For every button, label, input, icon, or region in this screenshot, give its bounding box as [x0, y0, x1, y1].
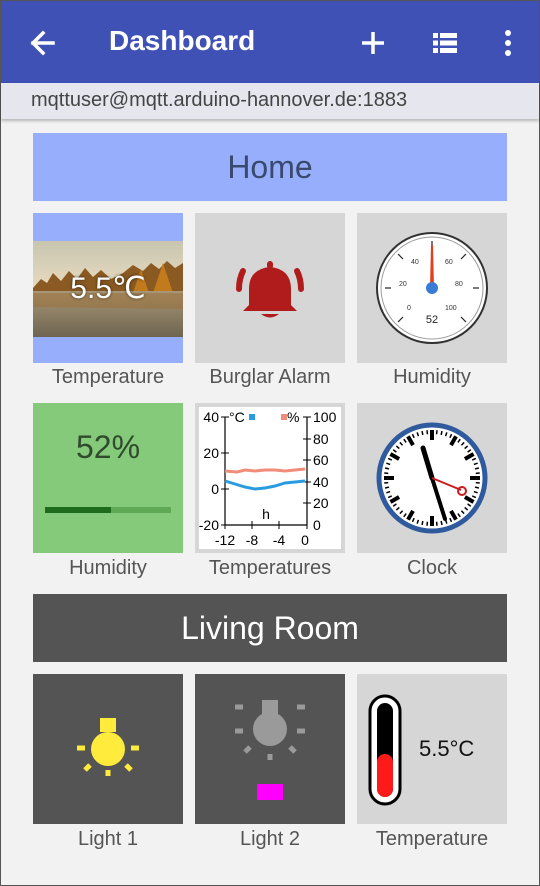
gauge-tick: 80	[455, 281, 463, 288]
temperature-value: 5.5°C	[419, 736, 475, 761]
list-icon[interactable]	[425, 23, 465, 63]
x-tick: -4	[273, 532, 286, 548]
tile-label: Humidity	[69, 557, 147, 579]
tile-label: Temperatures	[208, 557, 332, 579]
clock-minute-tick	[421, 520, 424, 526]
tile-temperatures-chart[interactable]: 40 20 0 -20 100 80 60 40 20 0 -12 -8 -4 …	[195, 403, 345, 553]
clock-minute-tick	[474, 467, 480, 470]
bulb-off-icon	[235, 700, 305, 800]
tile-label: Temperature	[375, 828, 489, 850]
analog-clock-icon	[376, 422, 488, 534]
humidity-value: 52%	[75, 429, 141, 465]
y-left-tick: -20	[199, 517, 219, 533]
y-right-tick: 20	[313, 495, 329, 511]
group-header-living-room[interactable]: Living Room	[33, 594, 507, 662]
x-tick: -12	[215, 532, 235, 548]
tile-light-1[interactable]	[33, 674, 183, 824]
clock-minute-tick	[440, 430, 443, 436]
tile-label: Burglar Alarm	[209, 366, 331, 388]
tile-label: Light 2	[239, 828, 301, 850]
bulb-on-icon	[77, 718, 139, 776]
y-right-tick: 80	[313, 431, 329, 447]
arrow-back-icon[interactable]	[23, 23, 63, 63]
unit-right: %	[287, 409, 299, 425]
x-unit: h	[262, 506, 270, 522]
thermometer-icon	[368, 694, 402, 806]
gauge-tick: 60	[445, 259, 453, 266]
gauge-tick: 40	[411, 259, 419, 266]
tile-label: Light 1	[77, 828, 139, 850]
connection-bar: mqttuser@mqtt.arduino-hannover.de:1883	[1, 83, 539, 119]
plus-icon[interactable]	[353, 23, 393, 63]
temperature-value: 5.5℃	[70, 272, 146, 305]
clock-minute-tick	[384, 467, 390, 470]
x-tick: 0	[301, 532, 309, 548]
tile-label: Temperature	[51, 366, 165, 388]
tile-label: Clock	[406, 557, 457, 579]
gauge-tick: 0	[407, 305, 411, 312]
gauge: 0 20 40 60 80 100 52	[376, 232, 488, 344]
connection-label: mqttuser@mqtt.arduino-hannover.de:1883	[31, 89, 408, 111]
clock-minute-tick	[384, 486, 390, 489]
x-tick: -8	[246, 532, 259, 548]
gauge-tick: 20	[399, 281, 407, 288]
indicator-swatch	[257, 784, 283, 800]
gauge-tick: 100	[445, 305, 457, 312]
progress-track	[45, 507, 171, 513]
tile-clock[interactable]	[357, 403, 507, 553]
tile-label: Humidity	[393, 366, 471, 388]
progress-fill	[45, 507, 111, 513]
tile-temperature[interactable]: 5.5℃	[33, 213, 183, 363]
y-left-tick: 0	[211, 481, 219, 497]
legend-swatch-temp	[249, 414, 255, 420]
tile-humidity-progress[interactable]: 52%	[33, 403, 183, 553]
clock-minute-tick	[440, 520, 443, 526]
clock-minute-tick	[474, 486, 480, 489]
tile-humidity-gauge[interactable]: 0 20 40 60 80 100 52	[357, 213, 507, 363]
gauge-value: 52	[426, 314, 438, 326]
y-right-tick: 0	[313, 517, 321, 533]
bell-alarm-icon	[236, 261, 304, 318]
y-right-tick: 60	[313, 452, 329, 468]
group-header-home[interactable]: Home	[33, 133, 507, 201]
y-left-tick: 20	[203, 445, 219, 461]
group-title: Home	[227, 149, 313, 185]
y-right-tick: 40	[313, 474, 329, 490]
page-title: Dashboard	[109, 25, 256, 56]
tile-light-2[interactable]	[195, 674, 345, 824]
line-chart: 40 20 0 -20 100 80 60 40 20 0 -12 -8 -4 …	[199, 407, 341, 549]
tile-burglar-alarm[interactable]	[195, 213, 345, 363]
tile-temperature-thermometer[interactable]: 5.5°C	[357, 674, 507, 824]
group-title: Living Room	[181, 610, 359, 646]
legend-swatch-humidity	[281, 414, 287, 420]
y-right-tick: 100	[313, 409, 337, 425]
clock-minute-tick	[421, 430, 424, 436]
unit-left: °C	[229, 409, 245, 425]
more-vert-icon[interactable]	[493, 23, 523, 63]
app-bar: Dashboard	[1, 1, 539, 83]
y-left-tick: 40	[203, 409, 219, 425]
